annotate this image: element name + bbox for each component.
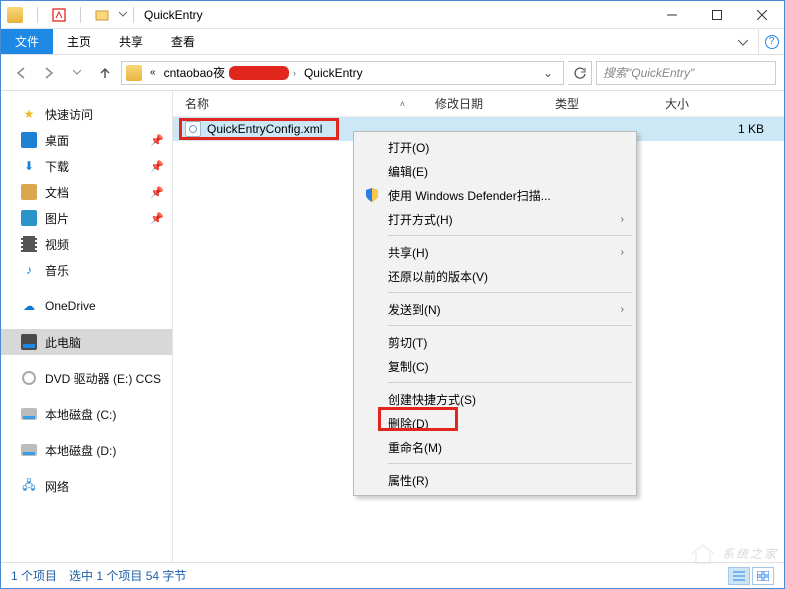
search-input[interactable]: 搜索"QuickEntry"	[596, 61, 776, 85]
thumbnails-view-button[interactable]	[752, 567, 774, 585]
cm-defender[interactable]: 使用 Windows Defender扫描...	[356, 183, 634, 207]
status-bar: 1 个项目 选中 1 个项目 54 字节	[1, 562, 784, 588]
col-type[interactable]: 类型	[555, 95, 665, 112]
pin-icon: 📌	[150, 212, 164, 225]
recent-dropdown[interactable]	[65, 61, 89, 85]
cm-shortcut[interactable]: 创建快捷方式(S)	[356, 387, 634, 411]
shield-icon	[364, 187, 380, 203]
titlebar: QuickEntry	[1, 1, 784, 29]
properties-icon[interactable]	[52, 8, 66, 22]
search-placeholder: 搜索"QuickEntry"	[603, 64, 694, 81]
cm-properties[interactable]: 属性(R)	[356, 468, 634, 492]
cm-sendto[interactable]: 发送到(N)›	[356, 297, 634, 321]
breadcrumb-parent[interactable]: cntaobao夜›	[160, 64, 300, 81]
window-title: QuickEntry	[144, 8, 203, 22]
sidebar-disk-c[interactable]: 本地磁盘 (C:)	[1, 401, 172, 427]
file-name: QuickEntryConfig.xml	[207, 122, 322, 136]
sidebar-network[interactable]: 🖧网络	[1, 473, 172, 499]
folder-icon	[7, 7, 23, 23]
music-icon: ♪	[21, 262, 37, 278]
dvd-icon	[21, 370, 37, 386]
status-selected: 选中 1 个项目 54 字节	[69, 567, 186, 584]
context-menu: 打开(O) 编辑(E) 使用 Windows Defender扫描... 打开方…	[353, 131, 637, 496]
cm-share[interactable]: 共享(H)›	[356, 240, 634, 264]
forward-button[interactable]	[37, 61, 61, 85]
cm-cut[interactable]: 剪切(T)	[356, 330, 634, 354]
document-icon	[21, 184, 37, 200]
address-bar: « cntaobao夜› QuickEntry ⌄ 搜索"QuickEntry"	[1, 55, 784, 91]
new-folder-icon[interactable]	[95, 8, 111, 22]
status-count: 1 个项目	[11, 567, 57, 584]
cm-edit[interactable]: 编辑(E)	[356, 159, 634, 183]
column-headers: 名称˄ 修改日期 类型 大小	[173, 91, 784, 117]
sidebar: ★快速访问 桌面📌 ⬇下载📌 文档📌 图片📌 视频 ♪音乐 ☁OneDrive …	[1, 91, 173, 562]
cm-open[interactable]: 打开(O)	[356, 135, 634, 159]
sidebar-this-pc[interactable]: 此电脑	[1, 329, 172, 355]
sidebar-music[interactable]: ♪音乐	[1, 257, 172, 283]
pin-icon: 📌	[150, 134, 164, 147]
pin-icon: 📌	[150, 186, 164, 199]
sidebar-dvd[interactable]: DVD 驱动器 (E:) CCS	[1, 365, 172, 391]
sidebar-pictures[interactable]: 图片📌	[1, 205, 172, 231]
cm-openwith[interactable]: 打开方式(H)›	[356, 207, 634, 231]
ribbon-tabs: 文件 主页 共享 查看 ?	[1, 29, 784, 55]
details-view-button[interactable]	[728, 567, 750, 585]
breadcrumb-box[interactable]: « cntaobao夜› QuickEntry ⌄	[121, 61, 564, 85]
col-size[interactable]: 大小	[665, 95, 735, 112]
xml-file-icon	[185, 121, 201, 137]
cm-copy[interactable]: 复制(C)	[356, 354, 634, 378]
sidebar-desktop[interactable]: 桌面📌	[1, 127, 172, 153]
redacted-text	[229, 66, 289, 80]
sidebar-disk-d[interactable]: 本地磁盘 (D:)	[1, 437, 172, 463]
share-tab[interactable]: 共享	[105, 29, 157, 54]
pin-icon: 📌	[150, 160, 164, 173]
disk-icon	[21, 442, 37, 458]
address-dropdown[interactable]: ⌄	[537, 66, 559, 80]
view-tab[interactable]: 查看	[157, 29, 209, 54]
folder-icon	[126, 65, 142, 81]
col-date[interactable]: 修改日期	[435, 95, 555, 112]
cm-restore[interactable]: 还原以前的版本(V)	[356, 264, 634, 288]
file-size: 1 KB	[738, 122, 764, 136]
network-icon: 🖧	[21, 478, 37, 494]
video-icon	[21, 236, 37, 252]
qat-dropdown-icon[interactable]	[119, 11, 127, 19]
maximize-button[interactable]	[694, 1, 739, 29]
chevron-right-icon: ›	[621, 214, 624, 225]
sidebar-quick-access[interactable]: ★快速访问	[1, 101, 172, 127]
help-button[interactable]: ?	[758, 29, 784, 54]
ribbon-expand-button[interactable]	[728, 29, 758, 54]
star-icon: ★	[21, 106, 37, 122]
home-tab[interactable]: 主页	[53, 29, 105, 54]
refresh-button[interactable]	[568, 61, 592, 85]
back-button[interactable]	[9, 61, 33, 85]
disk-icon	[21, 406, 37, 422]
cm-delete[interactable]: 删除(D)	[356, 411, 634, 435]
chevron-right-icon: ›	[621, 247, 624, 258]
desktop-icon	[21, 132, 37, 148]
sidebar-documents[interactable]: 文档📌	[1, 179, 172, 205]
sidebar-downloads[interactable]: ⬇下载📌	[1, 153, 172, 179]
pc-icon	[21, 334, 37, 350]
sort-arrow-icon: ˄	[400, 99, 405, 109]
cm-rename[interactable]: 重命名(M)	[356, 435, 634, 459]
sidebar-onedrive[interactable]: ☁OneDrive	[1, 293, 172, 319]
quick-access-toolbar	[7, 7, 127, 23]
chevron-right-icon: ›	[621, 304, 624, 315]
file-tab[interactable]: 文件	[1, 29, 53, 54]
up-button[interactable]	[93, 61, 117, 85]
breadcrumb-current[interactable]: QuickEntry	[300, 66, 367, 80]
minimize-button[interactable]	[649, 1, 694, 29]
breadcrumb-root[interactable]: «	[146, 67, 160, 78]
onedrive-icon: ☁	[21, 298, 37, 314]
sidebar-videos[interactable]: 视频	[1, 231, 172, 257]
pictures-icon	[21, 210, 37, 226]
close-button[interactable]	[739, 1, 784, 29]
download-icon: ⬇	[21, 158, 37, 174]
col-name[interactable]: 名称˄	[185, 95, 435, 112]
